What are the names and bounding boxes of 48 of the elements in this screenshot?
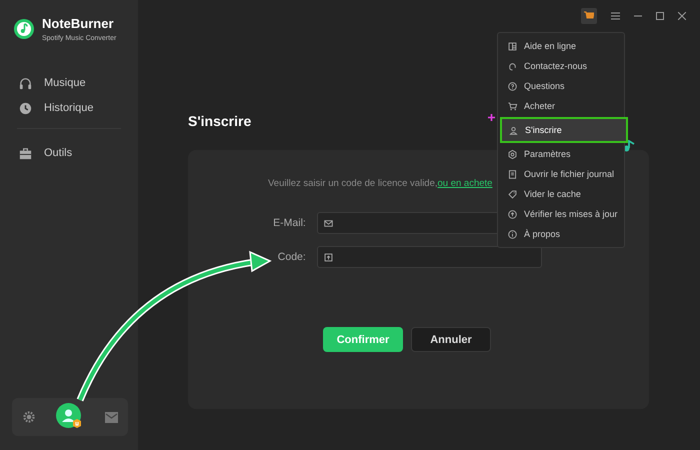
cart-button[interactable]: [581, 8, 597, 24]
app-logo-icon: [13, 18, 35, 40]
field-label: Code:: [276, 251, 306, 263]
app-name: NoteBurner: [42, 16, 115, 31]
upload-icon: [322, 252, 334, 262]
close-icon: [678, 12, 686, 20]
book-icon: [507, 40, 518, 52]
avatar-icon: [56, 403, 84, 431]
menu-item[interactable]: Questions: [498, 77, 624, 95]
question-icon: [507, 80, 518, 92]
menu-item[interactable]: Ouvrir le fichier journal: [498, 165, 624, 183]
document-icon: [507, 168, 518, 180]
close-button[interactable]: [678, 12, 686, 20]
menu-item[interactable]: Contactez-nous: [498, 57, 624, 75]
envelope-icon: [104, 412, 118, 422]
envelope-icon: [322, 218, 334, 228]
cart-icon: [584, 11, 594, 21]
plus-icon: [488, 114, 495, 121]
buy-link[interactable]: ou en achete: [438, 178, 492, 189]
menu-item[interactable]: Paramètres: [498, 145, 624, 163]
menu-item[interactable]: Vider le cache: [498, 185, 624, 203]
account-button[interactable]: [56, 403, 84, 431]
menu-item[interactable]: Acheter: [498, 97, 624, 115]
maximize-button[interactable]: [656, 12, 664, 20]
toolbox-icon: [18, 146, 33, 160]
tag-icon: [507, 188, 518, 200]
cancel-button[interactable]: Annuler: [411, 327, 491, 352]
cart-icon: [507, 100, 518, 112]
maximize-icon: [656, 12, 664, 20]
mail-button[interactable]: [104, 412, 118, 422]
page-title: S'inscrire: [188, 113, 252, 129]
code-field[interactable]: [316, 246, 542, 268]
clock-icon: [18, 100, 33, 116]
menu-item[interactable]: Vérifier les mises à jour: [498, 205, 624, 223]
sidebar-item[interactable]: Musique: [10, 74, 128, 92]
sidebar-item[interactable]: Historique: [10, 99, 128, 117]
menu-item[interactable]: À propos: [498, 225, 624, 243]
menu-item[interactable]: Aide en ligne: [498, 37, 624, 55]
menu-button[interactable]: [611, 12, 620, 20]
upload-icon: [507, 208, 518, 220]
headphones-icon: [18, 76, 33, 90]
user-icon: [508, 124, 519, 136]
info-icon: [507, 228, 518, 240]
sidebar-item[interactable]: Outils: [10, 144, 128, 162]
prompt-text: Veuillez saisir un code de licence valide,: [268, 178, 438, 189]
field-label: E-Mail:: [273, 217, 306, 229]
menu-item[interactable]: S'inscrire: [502, 119, 626, 141]
menu-icon: [611, 12, 620, 20]
